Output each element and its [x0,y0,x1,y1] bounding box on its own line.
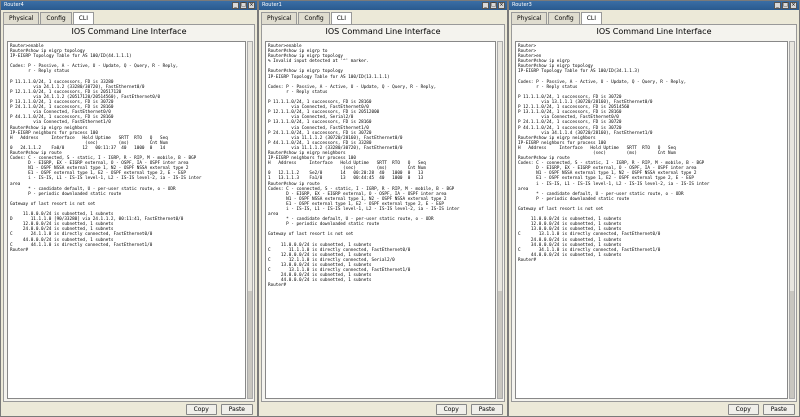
router4-titlebar[interactable]: Router4 _ □ × [1,1,257,10]
window-controls: _ □ × [774,2,797,9]
close-icon[interactable]: × [790,2,797,9]
window-controls: _ □ × [232,2,255,9]
router3-tabs: Physical Config CLI [509,10,799,24]
minimize-icon[interactable]: _ [482,2,489,9]
window-title: Router1 [262,2,282,8]
cli-title: IOS Command Line Interface [596,27,712,36]
button-bar: Copy Paste [1,402,257,416]
tab-config[interactable]: Config [298,12,330,24]
terminal-scrollbar[interactable] [497,41,503,399]
button-bar: Copy Paste [259,402,507,416]
router3-window: Router3 _ □ × Physical Config CLI IOS Co… [508,0,800,417]
paste-button[interactable]: Paste [220,403,253,415]
terminal-output[interactable]: Router>enable Router#show ip eigrp topol… [7,41,246,399]
paste-button[interactable]: Paste [762,403,795,415]
scrollbar-thumb[interactable] [248,291,252,398]
button-bar: Copy Paste [509,402,799,416]
close-icon[interactable]: × [248,2,255,9]
copy-button[interactable]: Copy [727,403,759,415]
minimize-icon[interactable]: _ [774,2,781,9]
scrollbar-thumb[interactable] [790,291,794,398]
scrollbar-thumb[interactable] [498,291,502,398]
terminal-output[interactable]: Router>enable Router#show ip eigrp to Ro… [265,41,496,399]
copy-button[interactable]: Copy [185,403,217,415]
router1-titlebar[interactable]: Router1 _ □ × [259,1,507,10]
cli-title: IOS Command Line Interface [71,27,187,36]
maximize-icon[interactable]: □ [782,2,789,9]
close-icon[interactable]: × [498,2,505,9]
router3-titlebar[interactable]: Router3 _ □ × [509,1,799,10]
tab-config[interactable]: Config [40,12,72,24]
window-controls: _ □ × [482,2,505,9]
window-title: Router3 [512,2,532,8]
maximize-icon[interactable]: □ [490,2,497,9]
tab-config[interactable]: Config [548,12,580,24]
tab-physical[interactable]: Physical [261,12,298,24]
maximize-icon[interactable]: □ [240,2,247,9]
router4-window: Router4 _ □ × Physical Config CLI IOS Co… [0,0,258,417]
cli-title: IOS Command Line Interface [325,27,441,36]
cli-panel: IOS Command Line Interface Router> Route… [511,24,797,402]
terminal-output[interactable]: Router> Router> Router>en Router#show ip… [515,41,788,399]
minimize-icon[interactable]: _ [232,2,239,9]
terminal-scrollbar[interactable] [247,41,253,399]
copy-button[interactable]: Copy [435,403,467,415]
router1-window: Router1 _ □ × Physical Config CLI IOS Co… [258,0,508,417]
router1-tabs: Physical Config CLI [259,10,507,24]
tab-cli[interactable]: CLI [580,12,602,24]
paste-button[interactable]: Paste [470,403,503,415]
tab-cli[interactable]: CLI [330,12,352,24]
tab-cli[interactable]: CLI [72,12,94,24]
tab-physical[interactable]: Physical [3,12,40,24]
window-title: Router4 [4,2,24,8]
cli-panel: IOS Command Line Interface Router>enable… [3,24,255,402]
cli-panel: IOS Command Line Interface Router>enable… [261,24,505,402]
terminal-scrollbar[interactable] [789,41,795,399]
tab-physical[interactable]: Physical [511,12,548,24]
router4-tabs: Physical Config CLI [1,10,257,24]
